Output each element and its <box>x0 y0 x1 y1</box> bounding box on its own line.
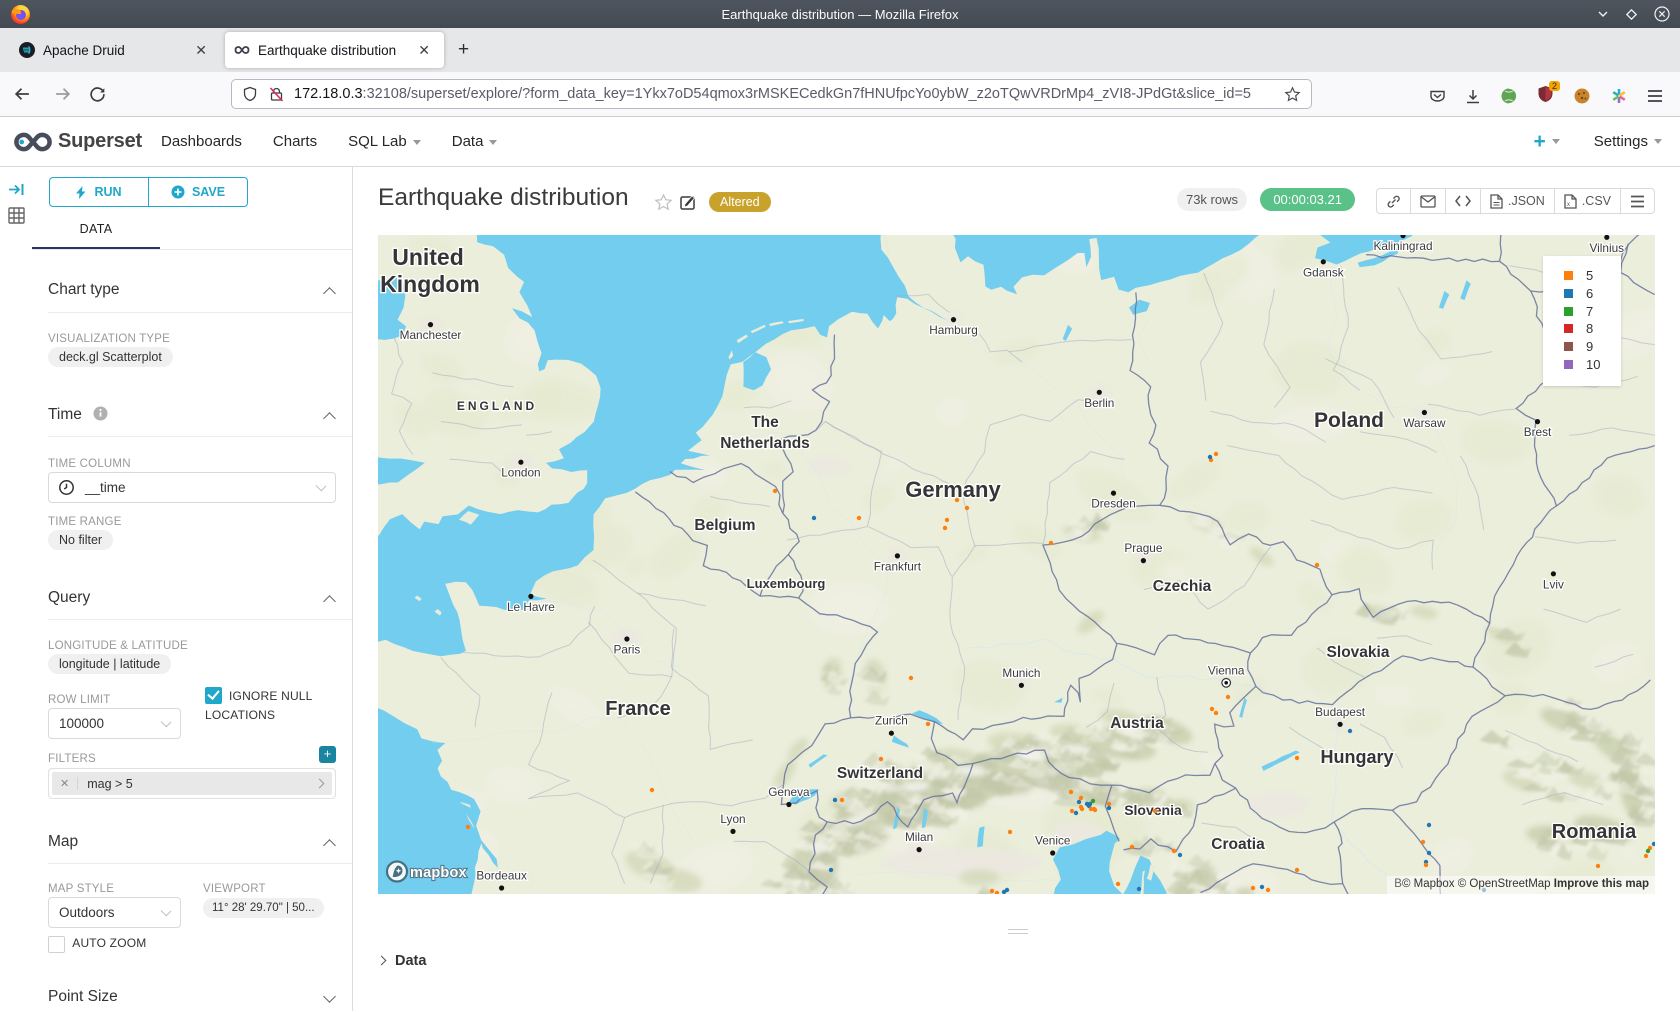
svg-text:Lviv: Lviv <box>1543 577 1564 591</box>
svg-text:Kingdom: Kingdom <box>380 271 480 297</box>
svg-text:Vienna: Vienna <box>1208 663 1245 677</box>
svg-text:Brest: Brest <box>1524 425 1552 439</box>
svg-text:Luxembourg: Luxembourg <box>747 576 826 591</box>
svg-text:Czechia: Czechia <box>1153 578 1212 595</box>
svg-text:Romania: Romania <box>1552 821 1637 843</box>
svg-text:Hamburg: Hamburg <box>929 323 978 337</box>
svg-text:Bordeaux: Bordeaux <box>476 869 527 883</box>
svg-text:The: The <box>751 414 779 431</box>
svg-text:Croatia: Croatia <box>1211 836 1265 853</box>
svg-text:United: United <box>392 244 464 270</box>
svg-text:Warsaw: Warsaw <box>1403 416 1446 430</box>
svg-text:Munich: Munich <box>1002 666 1040 680</box>
svg-text:Zurich: Zurich <box>875 714 908 728</box>
svg-text:Slovakia: Slovakia <box>1327 644 1390 661</box>
svg-text:Vilnius: Vilnius <box>1590 241 1625 255</box>
svg-text:mapbox: mapbox <box>410 865 467 881</box>
svg-text:Paris: Paris <box>613 643 640 657</box>
svg-text:Venice: Venice <box>1035 834 1071 848</box>
svg-text:Germany: Germany <box>905 477 1001 502</box>
svg-text:Netherlands: Netherlands <box>720 435 810 452</box>
svg-text:Austria: Austria <box>1110 715 1164 732</box>
svg-text:France: France <box>605 698 671 720</box>
svg-text:x: x <box>1567 202 1570 208</box>
svg-text:ENGLAND: ENGLAND <box>457 399 537 413</box>
svg-text:Gdansk: Gdansk <box>1303 265 1344 279</box>
svg-text:Milan: Milan <box>905 830 933 844</box>
svg-text:London: London <box>501 466 540 480</box>
svg-text:Poland: Poland <box>1314 409 1384 432</box>
svg-text:Hungary: Hungary <box>1320 747 1393 767</box>
svg-text:Le Havre: Le Havre <box>507 600 555 614</box>
svg-text:Manchester: Manchester <box>400 328 462 342</box>
svg-text:Switzerland: Switzerland <box>837 765 923 782</box>
svg-text:Berlin: Berlin <box>1084 396 1114 410</box>
svg-text:Geneva: Geneva <box>768 785 810 799</box>
svg-text:Prague: Prague <box>1124 541 1162 555</box>
svg-text:Belgium: Belgium <box>694 517 755 534</box>
svg-text:Dresden: Dresden <box>1091 497 1136 511</box>
svg-text:Budapest: Budapest <box>1315 705 1366 719</box>
svg-text:Frankfurt: Frankfurt <box>874 559 922 573</box>
svg-text:Lyon: Lyon <box>720 812 745 826</box>
svg-text:Kaliningrad: Kaliningrad <box>1373 239 1432 253</box>
